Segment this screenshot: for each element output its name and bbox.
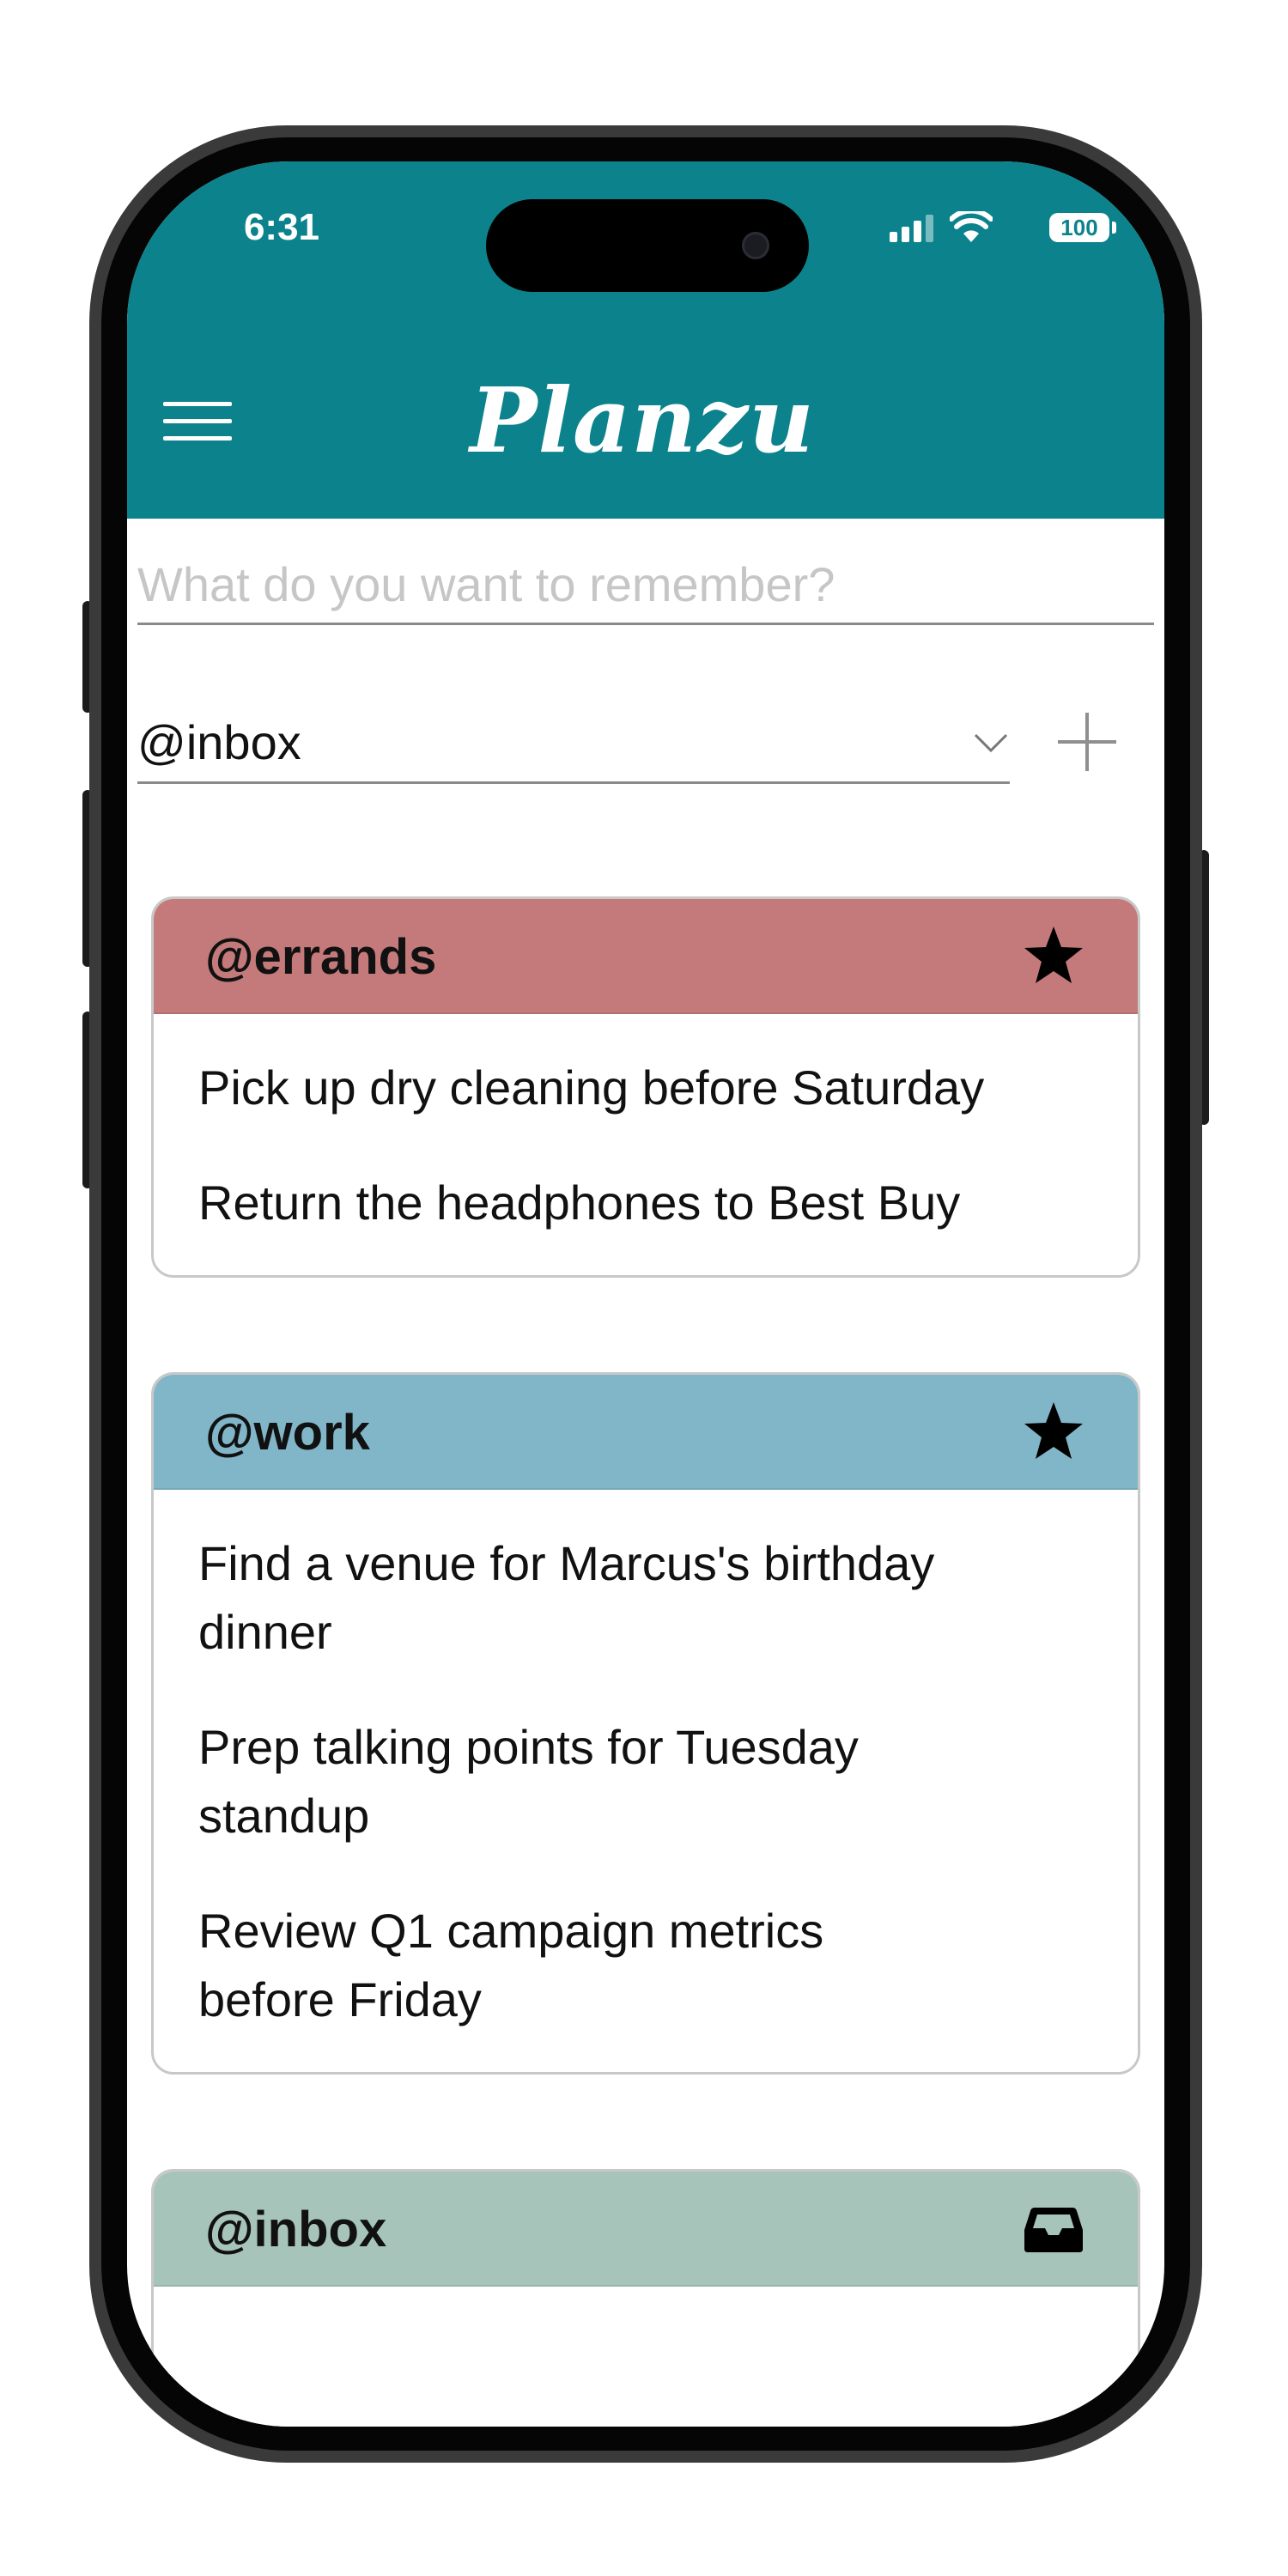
new-task-input[interactable] <box>137 546 1154 625</box>
list-card-title: @inbox <box>205 2202 387 2257</box>
list-item[interactable]: Find a venue for Marcus's birthday dinne… <box>198 1529 954 1667</box>
status-time: 6:31 <box>243 206 320 248</box>
plus-icon[interactable] <box>1054 709 1120 775</box>
wifi-icon <box>950 211 993 242</box>
battery-icon: 100 <box>1049 213 1109 242</box>
list-item[interactable]: Return the headphones to Best Buy <box>198 1169 1138 1237</box>
camera-icon <box>742 232 769 259</box>
list-card-header: @errands <box>154 899 1138 1014</box>
list-card-body: Find a venue for Marcus's birthday dinne… <box>154 1490 1138 2034</box>
list-card-inbox: @inbox <box>151 2169 1140 2427</box>
list-card-title: @work <box>205 1405 370 1461</box>
star-icon[interactable] <box>1023 925 1084 987</box>
app-header: 6:31 100 Planzu <box>127 161 1164 519</box>
chevron-down-icon <box>974 733 1008 753</box>
list-card-work: @work Find a venue for Marcus's birthday… <box>151 1372 1140 2075</box>
cellular-signal-icon <box>890 215 934 242</box>
list-card-body: Pick up dry cleaning before Saturday Ret… <box>154 1014 1138 1237</box>
star-icon[interactable] <box>1023 1400 1084 1462</box>
hamburger-menu-icon[interactable] <box>163 402 232 441</box>
dynamic-island <box>486 199 809 292</box>
list-card-title: @errands <box>205 929 437 985</box>
list-select-value: @inbox <box>137 715 301 769</box>
battery-tip <box>1112 222 1116 234</box>
app-screen: 6:31 100 Planzu What do you want to reme… <box>127 161 1164 2427</box>
app-logo: Planzu <box>470 368 815 473</box>
list-item[interactable]: Prep talking points for Tuesday standup <box>198 1713 954 1850</box>
list-item[interactable]: Pick up dry cleaning before Saturday <box>198 1054 1138 1122</box>
list-card-header: @work <box>154 1375 1138 1490</box>
list-card-header: @inbox <box>154 2172 1138 2287</box>
list-item[interactable]: Review Q1 campaign metrics before Friday <box>198 1897 954 2034</box>
status-icons: 100 <box>859 210 1116 247</box>
inbox-tray-icon[interactable] <box>1023 2197 1084 2259</box>
list-card-errands: @errands Pick up dry cleaning before Sat… <box>151 896 1140 1278</box>
list-select[interactable]: @inbox <box>137 711 1010 784</box>
